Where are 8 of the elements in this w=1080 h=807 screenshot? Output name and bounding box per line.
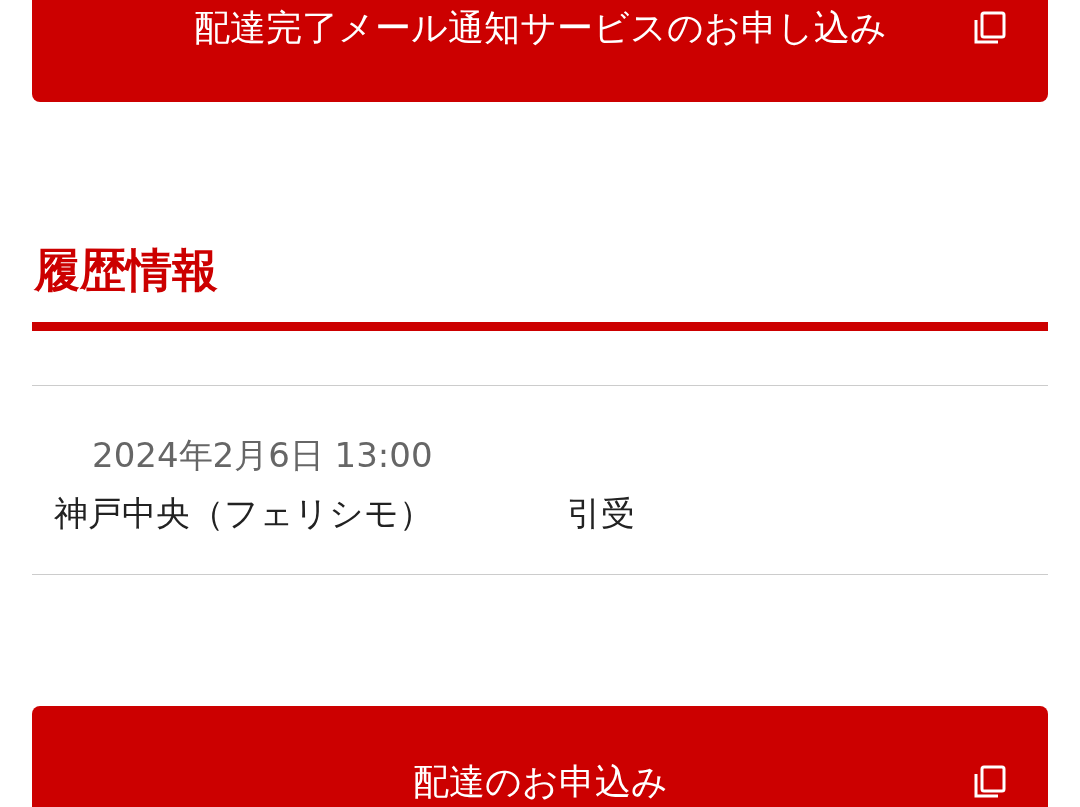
history-status: 引受: [567, 492, 635, 535]
copy-icon: [972, 764, 1008, 800]
mail-notification-button[interactable]: 配達完了メール通知サービスのお申し込み: [32, 0, 1048, 102]
copy-icon: [972, 10, 1008, 46]
history-location: 神戸中央（フェリシモ）: [54, 492, 434, 535]
section-title: 履歴情報: [33, 242, 219, 299]
delivery-request-button[interactable]: 配達のお申込み: [32, 706, 1048, 807]
history-datetime: 2024年2月6日 13:00: [91, 434, 434, 477]
